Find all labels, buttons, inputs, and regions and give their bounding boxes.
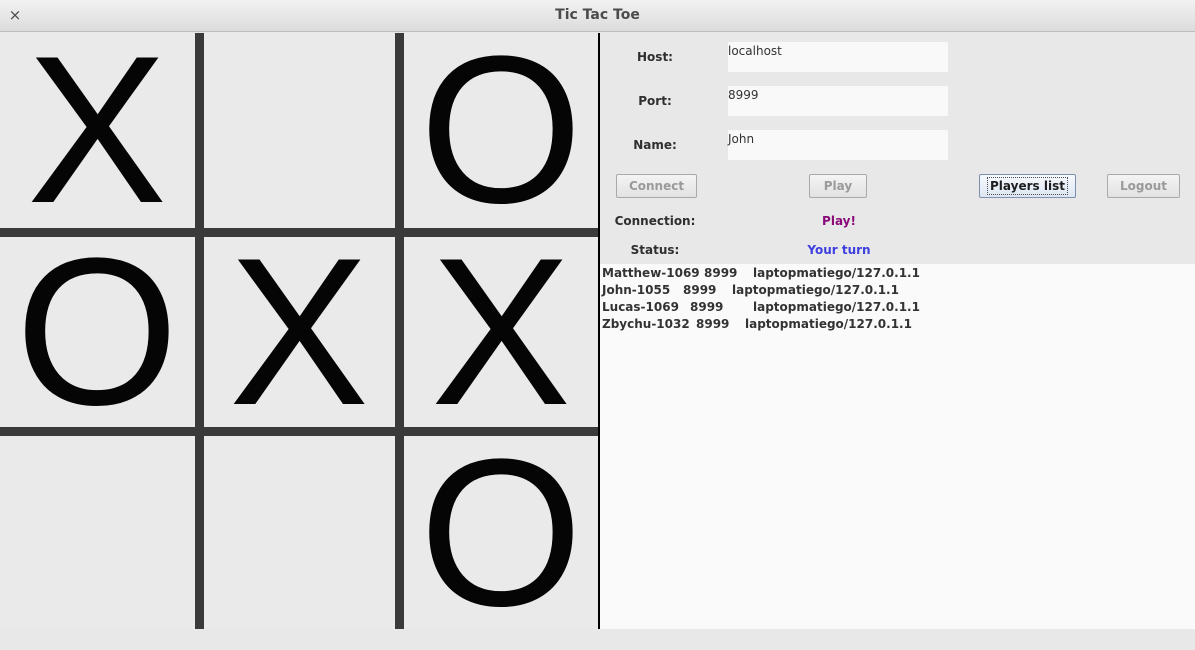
play-button[interactable]: Play: [809, 174, 867, 198]
player-port: 8999: [696, 317, 730, 331]
window-title: Tic Tac Toe: [555, 7, 640, 23]
player-name: Lucas-1069: [602, 300, 679, 314]
status-label: Status:: [630, 243, 680, 257]
board-cell-2[interactable]: O: [404, 25, 598, 235]
game-board: X O O X X O: [0, 25, 598, 638]
host-field[interactable]: localhost: [728, 42, 948, 72]
list-item[interactable]: Matthew-1069 8999 laptopmatiego/127.0.1.1: [602, 266, 920, 283]
name-field[interactable]: John: [728, 130, 948, 160]
board-cell-6[interactable]: [0, 437, 194, 629]
host-label: Host:: [637, 50, 673, 64]
connection-label: Connection:: [614, 214, 696, 228]
player-port: 8999: [704, 266, 738, 280]
player-host: laptopmatiego/127.0.1.1: [732, 283, 899, 297]
board-cell-0[interactable]: X: [0, 25, 194, 235]
grid-line-vertical-2: [395, 33, 404, 629]
player-host: laptopmatiego/127.0.1.1: [753, 300, 920, 314]
players-list[interactable]: Matthew-1069 8999 laptopmatiego/127.0.1.1 …: [600, 264, 1195, 629]
player-host: laptopmatiego/127.0.1.1: [753, 266, 920, 280]
grid-line-horizontal-1: [0, 228, 598, 237]
app-window: × Tic Tac Toe X O O X X O Host: localhos…: [0, 0, 1195, 638]
control-panel: Host: localhost Port: 8999 Name: John Co…: [600, 33, 1195, 629]
connect-button[interactable]: Connect: [616, 174, 697, 198]
player-name: John-1055: [602, 283, 671, 297]
port-label: Port:: [638, 94, 672, 108]
list-item[interactable]: Lucas-1069 8999 laptopmatiego/127.0.1.1: [602, 300, 920, 317]
player-host: laptopmatiego/127.0.1.1: [745, 317, 912, 331]
board-cell-7[interactable]: [203, 437, 395, 629]
board-cell-1[interactable]: [203, 33, 395, 227]
list-item[interactable]: John-1055 8999 laptopmatiego/127.0.1.1: [602, 283, 899, 300]
board-cell-8[interactable]: O: [404, 428, 598, 638]
board-cell-5[interactable]: X: [404, 227, 598, 437]
port-field[interactable]: 8999: [728, 86, 948, 116]
players-list-button[interactable]: Players list: [979, 174, 1076, 198]
grid-line-vertical-1: [195, 33, 204, 629]
name-label: Name:: [633, 138, 677, 152]
player-name: Matthew-1069: [602, 266, 700, 280]
title-bar[interactable]: × Tic Tac Toe: [0, 0, 1195, 32]
list-item[interactable]: Zbychu-1032 8999 laptopmatiego/127.0.1.1: [602, 317, 912, 334]
players-list-label: Players list: [987, 177, 1068, 195]
board-cell-4[interactable]: X: [203, 227, 395, 437]
board-cell-3[interactable]: O: [0, 227, 194, 437]
player-port: 8999: [690, 300, 724, 314]
grid-line-horizontal-2: [0, 427, 598, 436]
player-port: 8999: [683, 283, 717, 297]
player-name: Zbychu-1032: [602, 317, 690, 331]
logout-button[interactable]: Logout: [1107, 174, 1180, 198]
connection-status-value: Play!: [822, 214, 856, 228]
status-value: Your turn: [807, 243, 871, 257]
